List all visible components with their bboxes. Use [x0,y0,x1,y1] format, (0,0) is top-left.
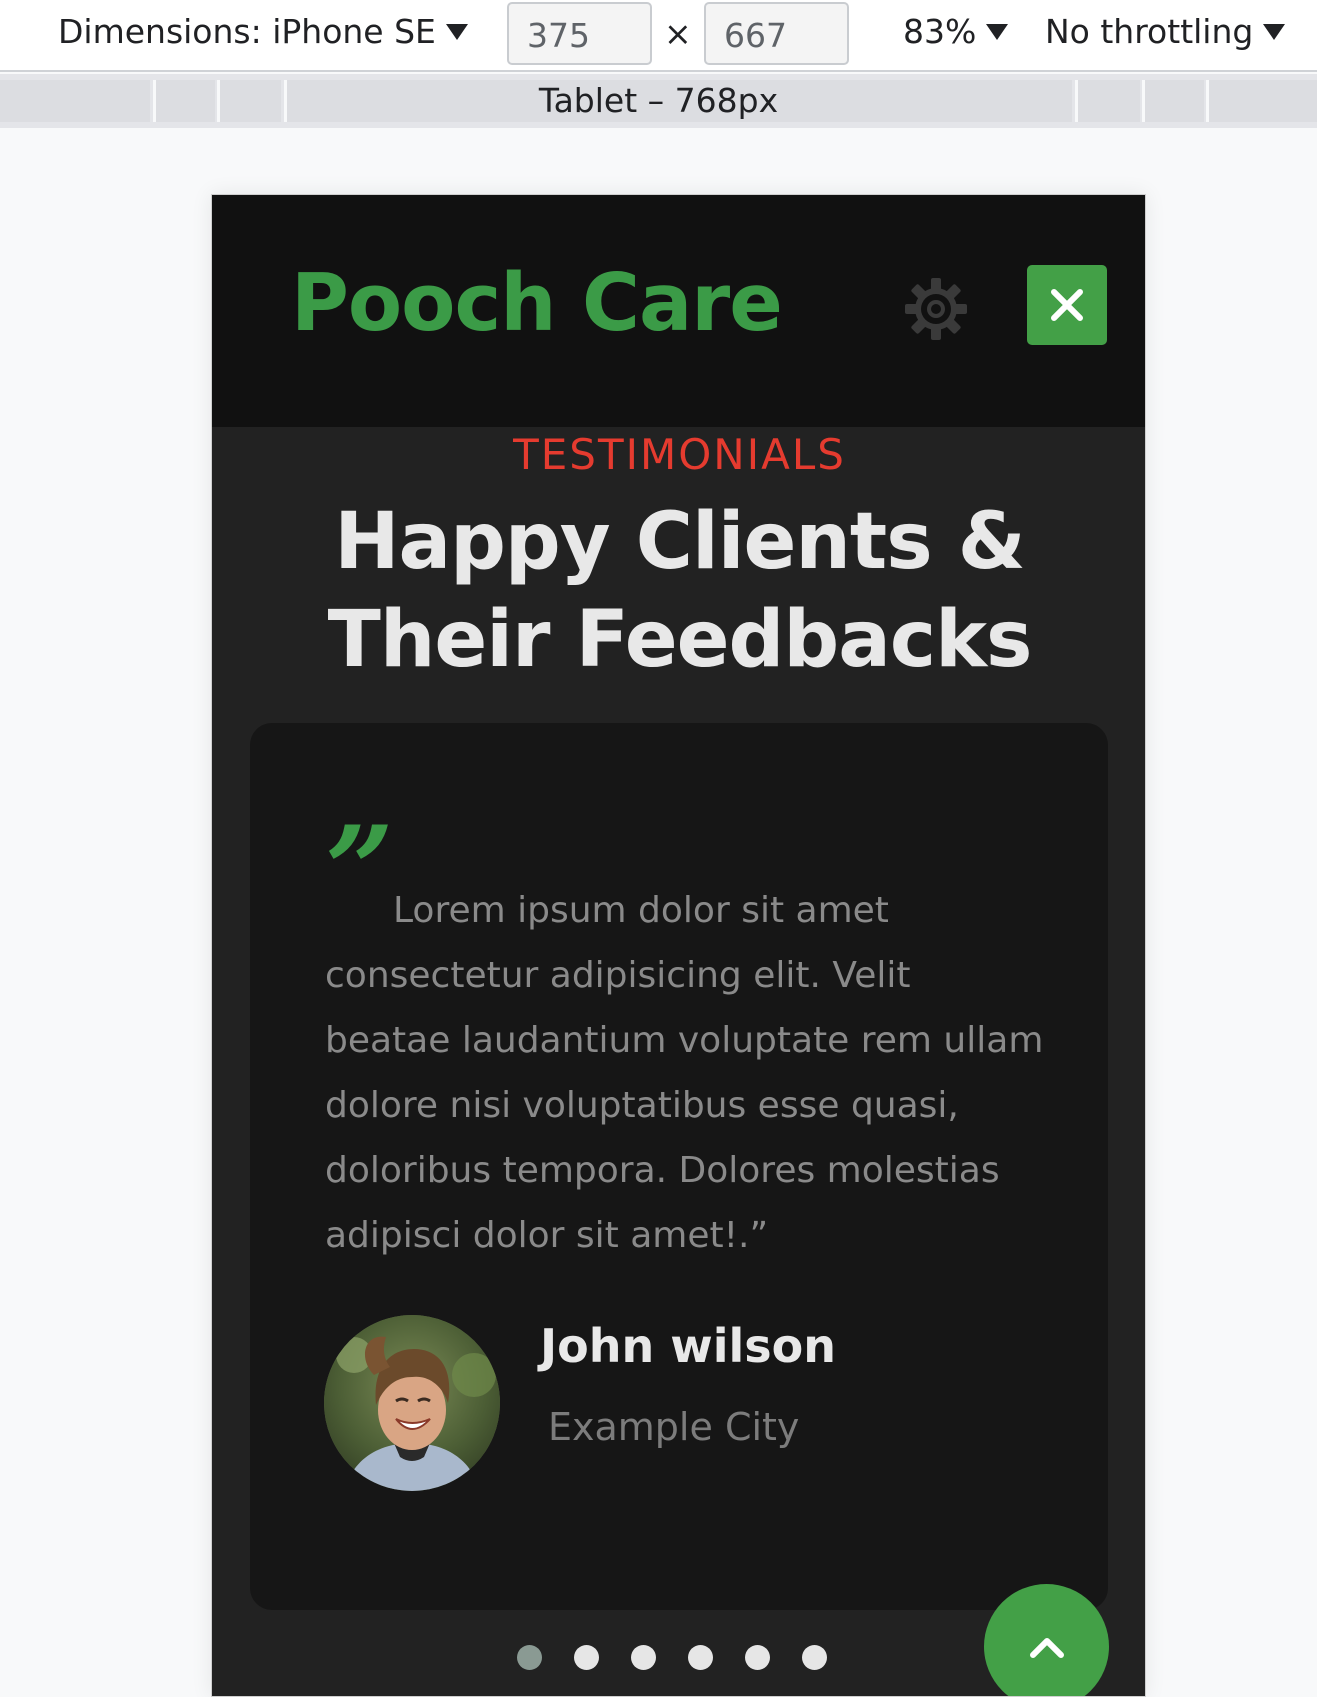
site-header: Pooch Care [212,195,1145,427]
media-query-label: Tablet – 768px [538,81,779,120]
section-heading-line: Their Feedbacks [327,595,1033,685]
device-dimensions-dropdown[interactable]: Dimensions: iPhone SE [58,12,468,51]
throttling-label: No throttling [1045,12,1254,51]
testimonial-quote: Lorem ipsum dolor sit amet consectetur a… [325,890,1044,1256]
caret-down-icon [1263,23,1286,40]
device-viewport: Pooch Care TESTIMONIALS Happy Clients & … [211,194,1146,1697]
client-name: John wilson [540,1319,836,1373]
caret-down-icon [445,23,468,40]
carousel-dot[interactable] [574,1645,599,1670]
avatar [324,1315,500,1491]
width-input[interactable]: 375 [507,2,652,65]
testimonial-card: ” Lorem ipsum dolor sit amet consectetur… [250,723,1108,1610]
section-eyebrow: TESTIMONIALS [513,430,846,479]
section-heading: Happy Clients & Their Feedbacks [212,493,1145,689]
devtools-device-toolbar: Dimensions: iPhone SE 375 × 667 83% No t… [0,0,1317,72]
dimension-separator: × [664,14,692,53]
client-city: Example City [548,1405,800,1449]
height-input[interactable]: 667 [704,2,849,65]
gear-icon[interactable] [902,275,970,343]
throttling-dropdown[interactable]: No throttling [1045,12,1286,51]
scroll-to-top-button[interactable] [984,1584,1109,1696]
carousel-dot[interactable] [517,1645,542,1670]
carousel-dot[interactable] [802,1645,827,1670]
carousel-dot[interactable] [745,1645,770,1670]
carousel-dot[interactable] [688,1645,713,1670]
media-query-bar: Tablet – 768px [0,74,1317,128]
zoom-label: 83% [903,12,977,51]
close-icon [1051,289,1083,321]
zoom-dropdown[interactable]: 83% [903,12,1009,51]
close-menu-button[interactable] [1027,265,1107,345]
section-heading-line: Happy Clients & [334,497,1026,587]
chevron-up-icon [1029,1637,1064,1658]
site-logo[interactable]: Pooch Care [291,257,783,349]
carousel-dot[interactable] [631,1645,656,1670]
device-dimensions-label: Dimensions: iPhone SE [58,12,436,51]
caret-down-icon [986,23,1009,40]
carousel-pagination [517,1645,827,1670]
